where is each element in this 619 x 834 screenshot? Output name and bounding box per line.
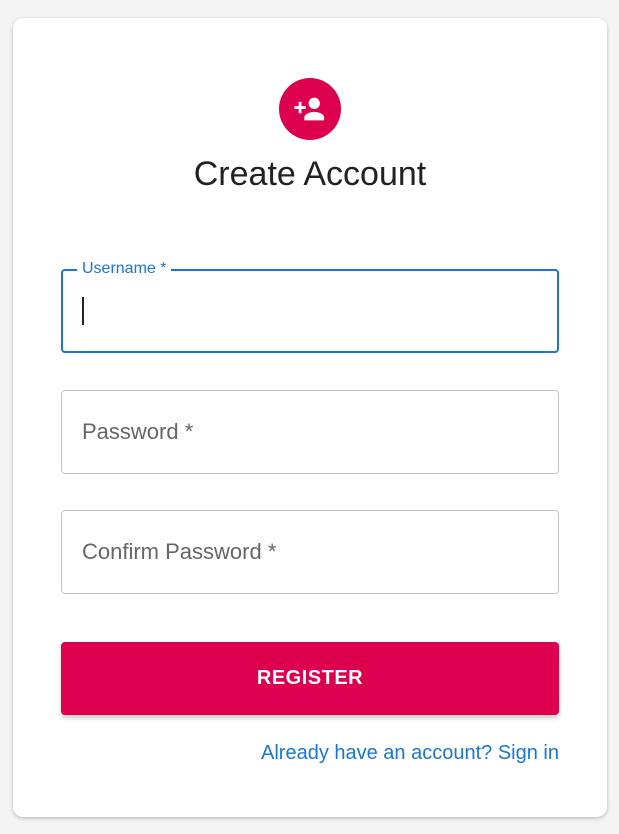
register-card: Create Account Username * Password * Con… xyxy=(13,18,607,817)
username-input[interactable] xyxy=(80,293,534,331)
sign-in-link[interactable]: Already have an account? Sign in xyxy=(261,740,559,766)
text-cursor xyxy=(82,297,84,325)
register-button[interactable]: REGISTER xyxy=(61,642,559,715)
username-label: Username * xyxy=(77,259,172,279)
password-input[interactable] xyxy=(80,414,534,452)
confirm-password-field-container[interactable]: Confirm Password * xyxy=(61,510,559,594)
person-add-icon xyxy=(294,97,325,121)
avatar xyxy=(279,78,341,140)
username-field-container[interactable]: Username * xyxy=(61,259,559,353)
confirm-password-input[interactable] xyxy=(80,534,534,572)
password-field-container[interactable]: Password * xyxy=(61,390,559,474)
page-title: Create Account xyxy=(193,155,427,193)
